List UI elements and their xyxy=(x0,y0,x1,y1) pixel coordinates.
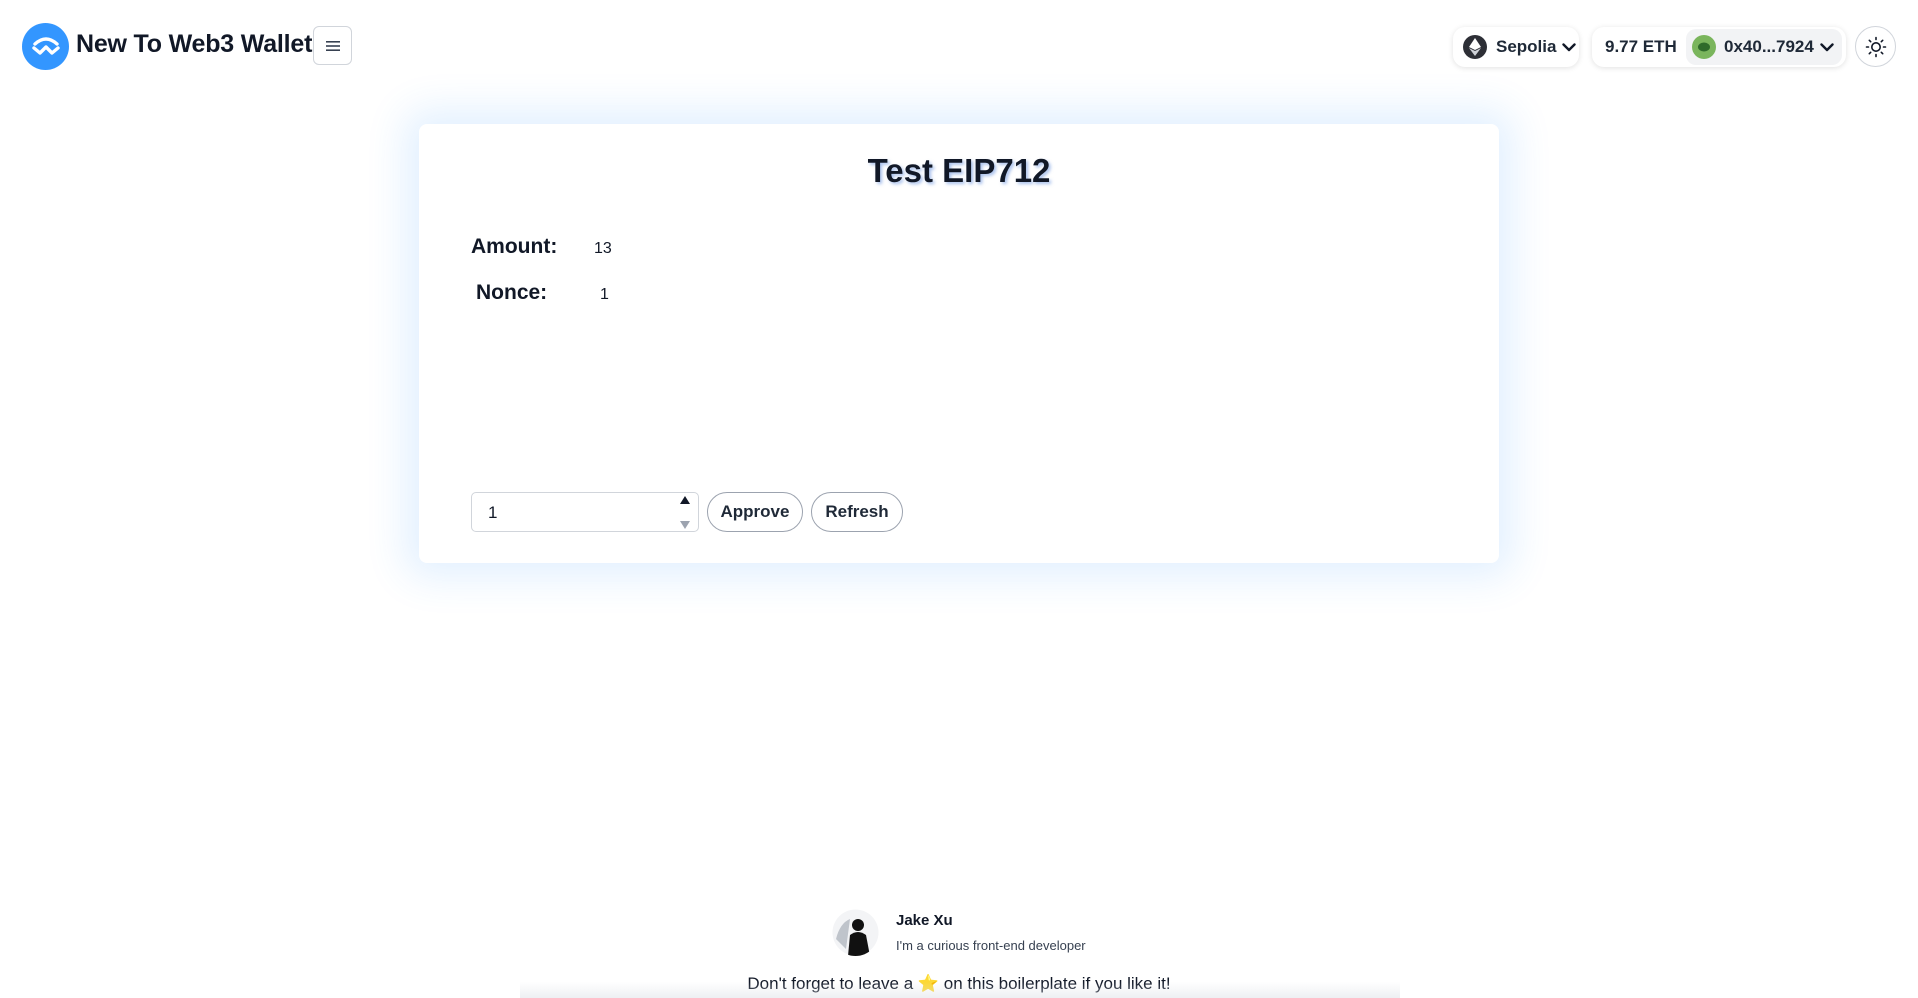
bottom-divider xyxy=(520,982,1400,998)
app-title: New To Web3 Wallet xyxy=(76,30,313,58)
author-avatar xyxy=(832,909,879,956)
chevron-down-icon xyxy=(1562,42,1577,52)
nonce-label: Nonce: xyxy=(476,281,548,304)
nonce-input-value: 1 xyxy=(488,503,498,522)
walletconnect-logo-icon[interactable] xyxy=(22,23,69,70)
ethereum-icon xyxy=(1463,35,1487,59)
sun-icon xyxy=(1865,36,1886,57)
refresh-button[interactable]: Refresh xyxy=(811,492,903,532)
account-address-button[interactable]: 0x40...7924 xyxy=(1686,29,1842,65)
author-bio: I'm a curious front-end developer xyxy=(896,938,1086,953)
decrement-arrow-icon[interactable] xyxy=(680,521,690,529)
nonce-value: 1 xyxy=(600,286,609,303)
hamburger-menu-icon xyxy=(325,40,340,51)
amount-value: 13 xyxy=(594,240,612,257)
number-spinner[interactable] xyxy=(676,496,694,529)
nonce-number-input[interactable]: 1 xyxy=(471,492,699,532)
card-title: Test EIP712 xyxy=(867,152,1051,189)
top-header: New To Web3 Wallet Sepolia 9.77 ETH 0x40… xyxy=(0,0,1918,92)
menu-button[interactable] xyxy=(313,26,352,65)
network-label: Sepolia xyxy=(1496,37,1557,56)
account-address: 0x40...7924 xyxy=(1724,37,1814,56)
theme-toggle-button[interactable] xyxy=(1855,26,1896,67)
account-widget[interactable]: 9.77 ETH 0x40...7924 xyxy=(1592,27,1846,67)
amount-label: Amount: xyxy=(471,235,558,258)
increment-arrow-icon[interactable] xyxy=(680,496,690,504)
approve-button[interactable]: Approve xyxy=(707,492,803,532)
account-avatar-icon xyxy=(1692,35,1716,59)
network-selector[interactable]: Sepolia xyxy=(1453,27,1579,67)
eip712-card: Test EIP712 Amount: 13 Nonce: 1 1 Approv… xyxy=(419,124,1499,563)
author-name: Jake Xu xyxy=(896,912,953,929)
chevron-down-icon xyxy=(1820,42,1834,52)
eth-balance: 9.77 ETH xyxy=(1605,37,1677,56)
